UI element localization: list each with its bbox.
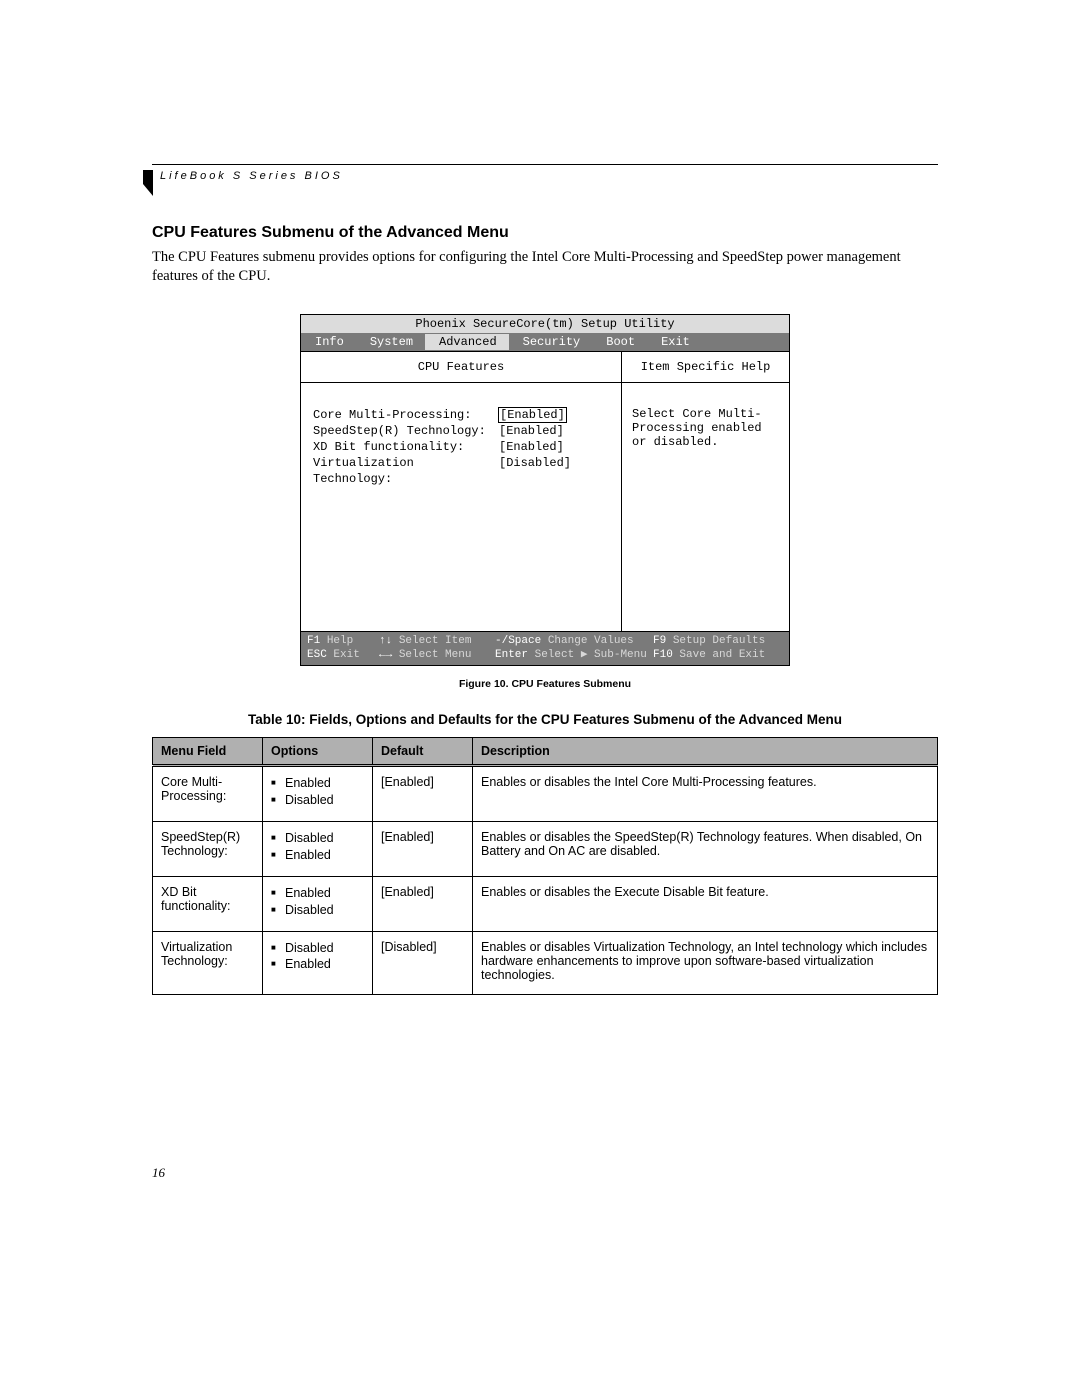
- table-row: SpeedStep(R) Technology:DisabledEnabled[…: [153, 822, 938, 877]
- bios-settings-list: Core Multi-Processing:[Enabled]SpeedStep…: [301, 383, 622, 631]
- table-cell-description: Enables or disables Virtualization Techn…: [473, 931, 938, 994]
- bios-footer-hint: F9 Setup Defaults: [653, 634, 765, 648]
- table-cell-options: DisabledEnabled: [263, 931, 373, 994]
- bios-setting-label: SpeedStep(R) Technology:: [313, 423, 499, 439]
- bios-footer-hint: ←→ Select Menu: [379, 648, 495, 662]
- table-cell-field: SpeedStep(R) Technology:: [153, 822, 263, 877]
- table-cell-description: Enables or disables the Execute Disable …: [473, 876, 938, 931]
- page-number: 16: [152, 1165, 938, 1181]
- bios-footer-hint: Enter Select ▶ Sub-Menu: [495, 648, 653, 662]
- bios-screenshot: Phoenix SecureCore(tm) Setup Utility Inf…: [300, 314, 790, 667]
- bios-setting-value[interactable]: [Enabled]: [499, 407, 566, 423]
- bios-help-text: Select Core Multi-Processing enabled or …: [622, 383, 789, 631]
- table-header-cell: Description: [473, 738, 938, 766]
- option-item: Enabled: [285, 775, 364, 792]
- option-item: Disabled: [285, 792, 364, 809]
- table-row: Virtualization Technology:DisabledEnable…: [153, 931, 938, 994]
- chevron-icon: [143, 170, 157, 196]
- bios-tab-advanced[interactable]: Advanced: [425, 334, 509, 350]
- bios-footer-hint: F1 Help: [307, 634, 379, 648]
- option-item: Enabled: [285, 847, 364, 864]
- section-body: The CPU Features submenu provides option…: [152, 248, 938, 286]
- table-cell-description: Enables or disables the Intel Core Multi…: [473, 766, 938, 822]
- bios-footer-hint: ESC Exit: [307, 648, 379, 662]
- bios-setting-value[interactable]: [Enabled]: [499, 423, 564, 439]
- figure-caption: Figure 10. CPU Features Submenu: [152, 678, 938, 690]
- bios-footer: F1 Help↑↓ Select Item-/Space Change Valu…: [301, 631, 789, 666]
- table-cell-field: XD Bit functionality:: [153, 876, 263, 931]
- bios-tab-exit[interactable]: Exit: [647, 334, 702, 350]
- bios-setting-label: XD Bit functionality:: [313, 439, 499, 455]
- bios-setting-row[interactable]: Virtualization Technology:[Disabled]: [313, 455, 609, 487]
- table-cell-field: Virtualization Technology:: [153, 931, 263, 994]
- table-cell-default: [Enabled]: [373, 876, 473, 931]
- page-header: LifeBook S Series BIOS: [152, 167, 938, 182]
- table-cell-options: DisabledEnabled: [263, 822, 373, 877]
- bios-tab-bar: InfoSystemAdvancedSecurityBootExit: [301, 333, 789, 351]
- table-cell-field: Core Multi-Processing:: [153, 766, 263, 822]
- table-caption: Table 10: Fields, Options and Defaults f…: [152, 712, 938, 727]
- table-row: XD Bit functionality:EnabledDisabled[Ena…: [153, 876, 938, 931]
- bios-setting-value[interactable]: [Enabled]: [499, 439, 564, 455]
- table-header-cell: Options: [263, 738, 373, 766]
- table-row: Core Multi-Processing:EnabledDisabled[En…: [153, 766, 938, 822]
- bios-setting-row[interactable]: Core Multi-Processing:[Enabled]: [313, 407, 609, 423]
- bios-footer-hint: ↑↓ Select Item: [379, 634, 495, 648]
- bios-setting-row[interactable]: SpeedStep(R) Technology:[Enabled]: [313, 423, 609, 439]
- section-title: CPU Features Submenu of the Advanced Men…: [152, 224, 938, 242]
- bios-setting-label: Virtualization Technology:: [313, 455, 499, 487]
- option-item: Enabled: [285, 885, 364, 902]
- table-cell-options: EnabledDisabled: [263, 876, 373, 931]
- options-table: Menu FieldOptionsDefaultDescription Core…: [152, 737, 938, 994]
- option-item: Disabled: [285, 902, 364, 919]
- table-cell-default: [Enabled]: [373, 766, 473, 822]
- bios-tab-info[interactable]: Info: [301, 334, 356, 350]
- bios-footer-hint: -/Space Change Values: [495, 634, 653, 648]
- table-cell-default: [Disabled]: [373, 931, 473, 994]
- bios-tab-boot[interactable]: Boot: [592, 334, 647, 350]
- table-header-cell: Default: [373, 738, 473, 766]
- bios-tab-security[interactable]: Security: [509, 334, 593, 350]
- table-header-cell: Menu Field: [153, 738, 263, 766]
- option-item: Disabled: [285, 940, 364, 957]
- option-item: Disabled: [285, 830, 364, 847]
- table-cell-default: [Enabled]: [373, 822, 473, 877]
- bios-window-title: Phoenix SecureCore(tm) Setup Utility: [301, 315, 789, 333]
- bios-setting-value[interactable]: [Disabled]: [499, 455, 571, 487]
- bios-setting-row[interactable]: XD Bit functionality:[Enabled]: [313, 439, 609, 455]
- bios-panel-left-title: CPU Features: [301, 352, 622, 382]
- option-item: Enabled: [285, 956, 364, 973]
- bios-tab-system[interactable]: System: [356, 334, 425, 350]
- table-cell-options: EnabledDisabled: [263, 766, 373, 822]
- bios-setting-label: Core Multi-Processing:: [313, 407, 499, 423]
- table-cell-description: Enables or disables the SpeedStep(R) Tec…: [473, 822, 938, 877]
- bios-panel-right-title: Item Specific Help: [622, 352, 789, 382]
- bios-footer-hint: F10 Save and Exit: [653, 648, 765, 662]
